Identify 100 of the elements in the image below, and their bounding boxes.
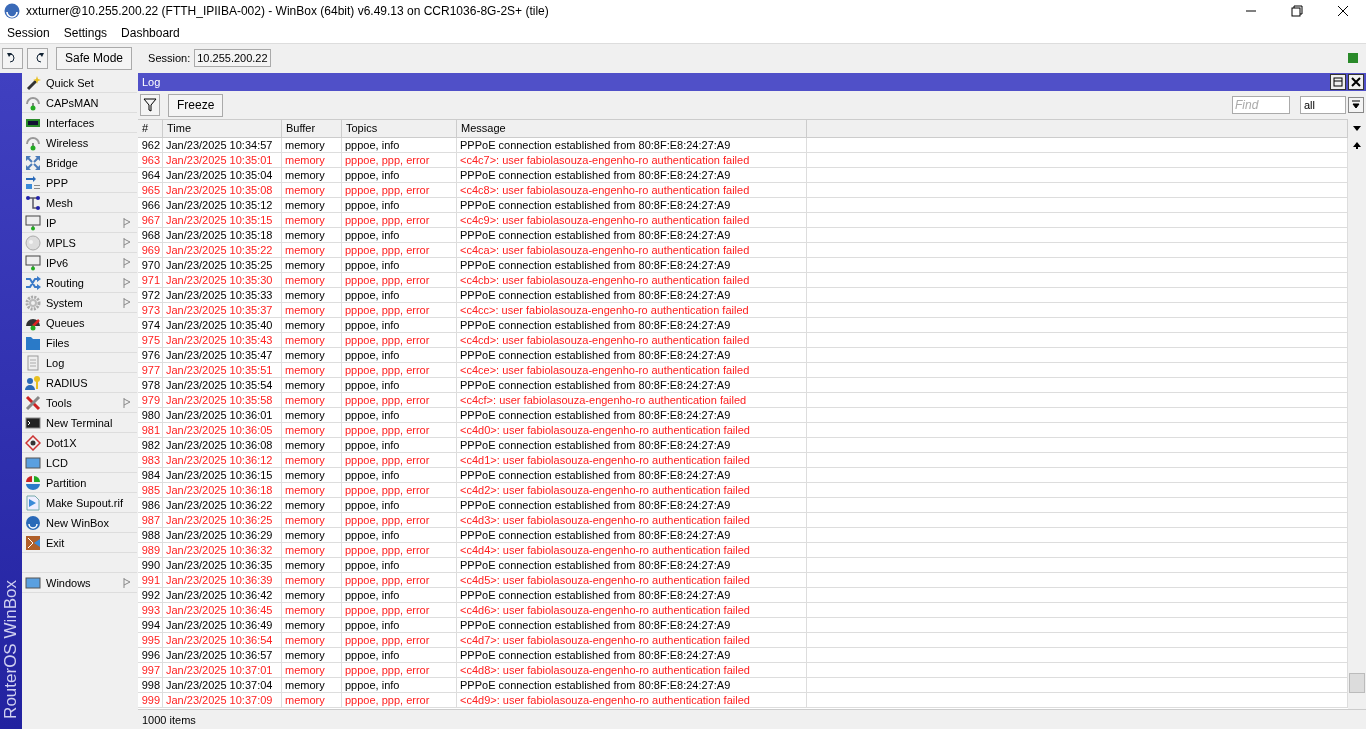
table-cell: 992	[138, 588, 163, 602]
menu-item[interactable]: Wireless	[22, 133, 137, 153]
arrow-box-icon	[25, 174, 41, 191]
table-cell: 987	[138, 513, 163, 527]
menu-item[interactable]: New WinBox	[22, 513, 137, 533]
table-cell: <c4ce>: user fabiolasouza-engenho-ro authentication failed	[457, 363, 807, 377]
log-row[interactable]: 985 Jan/23/2025 10:36:18 memory pppoe, ppp, error <c4d2>: user fabiolasouza-engenho-ro authentication failed	[138, 483, 1348, 498]
log-row[interactable]: 998 Jan/23/2025 10:37:04 memory pppoe, info PPPoE connection established from 80:8F:E8:24:27:A9	[138, 678, 1348, 693]
log-row[interactable]: 984 Jan/23/2025 10:36:15 memory pppoe, info PPPoE connection established from 80:8F:E8:24:27:A9	[138, 468, 1348, 483]
column-header[interactable]: #	[138, 120, 163, 137]
table-cell: pppoe, ppp, error	[342, 573, 457, 587]
find-field[interactable]: Find	[1232, 96, 1290, 114]
crosshair-icon	[25, 434, 41, 451]
menu-item[interactable]: Exit	[22, 533, 137, 553]
restore-button[interactable]	[1330, 74, 1346, 90]
menu-item[interactable]: Mesh	[22, 193, 137, 213]
monitor-icon	[25, 214, 41, 231]
log-row[interactable]: 962 Jan/23/2025 10:34:57 memory pppoe, info PPPoE connection established from 80:8F:E8:24:27:A9	[138, 138, 1348, 153]
log-row[interactable]: 995 Jan/23/2025 10:36:54 memory pppoe, ppp, error <c4d7>: user fabiolasouza-engenho-ro authentication failed	[138, 633, 1348, 648]
menu-item[interactable]: Files	[22, 333, 137, 353]
column-header[interactable]: Time	[163, 120, 282, 137]
menu-item[interactable]: Windows	[22, 573, 137, 593]
table-cell: 970	[138, 258, 163, 272]
filter-button[interactable]	[140, 94, 160, 116]
table-cell: 972	[138, 288, 163, 302]
menu-item[interactable]: RADIUS	[22, 373, 137, 393]
menu-item[interactable]: Dashboard	[114, 25, 187, 40]
log-row[interactable]: 975 Jan/23/2025 10:35:43 memory pppoe, ppp, error <c4cd>: user fabiolasouza-engenho-ro authentication failed	[138, 333, 1348, 348]
undo-button[interactable]	[2, 47, 23, 69]
table-cell: PPPoE connection established from 80:8F:E8:24:27:A9	[457, 648, 807, 662]
log-row[interactable]: 986 Jan/23/2025 10:36:22 memory pppoe, info PPPoE connection established from 80:8F:E8:24:27:A9	[138, 498, 1348, 513]
log-row[interactable]: 994 Jan/23/2025 10:36:49 memory pppoe, info PPPoE connection established from 80:8F:E8:24:27:A9	[138, 618, 1348, 633]
column-header[interactable]: Buffer	[282, 120, 342, 137]
log-row[interactable]: 987 Jan/23/2025 10:36:25 memory pppoe, ppp, error <c4d3>: user fabiolasouza-engenho-ro authentication failed	[138, 513, 1348, 528]
menu-item[interactable]: IP	[22, 213, 137, 233]
log-row[interactable]: 980 Jan/23/2025 10:36:01 memory pppoe, info PPPoE connection established from 80:8F:E8:24:27:A9	[138, 408, 1348, 423]
log-row[interactable]: 996 Jan/23/2025 10:36:57 memory pppoe, info PPPoE connection established from 80:8F:E8:24:27:A9	[138, 648, 1348, 663]
log-row[interactable]: 991 Jan/23/2025 10:36:39 memory pppoe, ppp, error <c4d5>: user fabiolasouza-engenho-ro authentication failed	[138, 573, 1348, 588]
log-row[interactable]: 971 Jan/23/2025 10:35:30 memory pppoe, ppp, error <c4cb>: user fabiolasouza-engenho-ro authentication failed	[138, 273, 1348, 288]
log-row[interactable]: 990 Jan/23/2025 10:36:35 memory pppoe, info PPPoE connection established from 80:8F:E8:24:27:A9	[138, 558, 1348, 573]
freeze-button[interactable]: Freeze	[168, 93, 224, 117]
buffer-select[interactable]: all	[1300, 96, 1346, 114]
log-row[interactable]: 992 Jan/23/2025 10:36:42 memory pppoe, info PPPoE connection established from 80:8F:E8:24:27:A9	[138, 588, 1348, 603]
log-row[interactable]: 972 Jan/23/2025 10:35:33 memory pppoe, info PPPoE connection established from 80:8F:E8:24:27:A9	[138, 288, 1348, 303]
menu-item[interactable]: Interfaces	[22, 113, 137, 133]
log-row[interactable]: 993 Jan/23/2025 10:36:45 memory pppoe, ppp, error <c4d6>: user fabiolasouza-engenho-ro authentication failed	[138, 603, 1348, 618]
log-row[interactable]: 966 Jan/23/2025 10:35:12 memory pppoe, info PPPoE connection established from 80:8F:E8:24:27:A9	[138, 198, 1348, 213]
log-row[interactable]: 976 Jan/23/2025 10:35:47 memory pppoe, info PPPoE connection established from 80:8F:E8:24:27:A9	[138, 348, 1348, 363]
column-header[interactable]: Message	[457, 120, 807, 137]
log-row[interactable]: 977 Jan/23/2025 10:35:51 memory pppoe, ppp, error <c4ce>: user fabiolasouza-engenho-ro authentication failed	[138, 363, 1348, 378]
column-header[interactable]: Topics	[342, 120, 457, 137]
dropdown-button[interactable]	[1348, 97, 1364, 113]
menu-item[interactable]: Tools	[22, 393, 137, 413]
log-row[interactable]: 978 Jan/23/2025 10:35:54 memory pppoe, info PPPoE connection established from 80:8F:E8:24:27:A9	[138, 378, 1348, 393]
log-row[interactable]: 979 Jan/23/2025 10:35:58 memory pppoe, ppp, error <c4cf>: user fabiolasouza-engenho-ro authentication failed	[138, 393, 1348, 408]
log-row[interactable]: 989 Jan/23/2025 10:36:32 memory pppoe, ppp, error <c4d4>: user fabiolasouza-engenho-ro authentication failed	[138, 543, 1348, 558]
close-button[interactable]	[1348, 74, 1364, 90]
menu-item[interactable]: MPLS	[22, 233, 137, 253]
log-row[interactable]: 997 Jan/23/2025 10:37:01 memory pppoe, ppp, error <c4d8>: user fabiolasouza-engenho-ro authentication failed	[138, 663, 1348, 678]
log-row[interactable]: 963 Jan/23/2025 10:35:01 memory pppoe, ppp, error <c4c7>: user fabiolasouza-engenho-ro authentication failed	[138, 153, 1348, 168]
redo-button[interactable]	[27, 47, 48, 69]
menu-item[interactable]: Partition	[22, 473, 137, 493]
table-cell: memory	[282, 318, 342, 332]
scrollbar-thumb[interactable]	[1349, 673, 1365, 693]
table-cell: pppoe, ppp, error	[342, 273, 457, 287]
log-row[interactable]: 999 Jan/23/2025 10:37:09 memory pppoe, ppp, error <c4d9>: user fabiolasouza-engenho-ro authentication failed	[138, 693, 1348, 708]
log-row[interactable]: 974 Jan/23/2025 10:35:40 memory pppoe, info PPPoE connection established from 80:8F:E8:24:27:A9	[138, 318, 1348, 333]
table-cell: pppoe, info	[342, 498, 457, 512]
table-cell: Jan/23/2025 10:36:01	[163, 408, 282, 422]
menu-item[interactable]: Make Supout.rif	[22, 493, 137, 513]
menu-item[interactable]: CAPsMAN	[22, 93, 137, 113]
menu-item[interactable]: Session	[0, 25, 57, 40]
menu-item[interactable]: Dot1X	[22, 433, 137, 453]
log-row[interactable]: 964 Jan/23/2025 10:35:04 memory pppoe, info PPPoE connection established from 80:8F:E8:24:27:A9	[138, 168, 1348, 183]
log-row[interactable]: 969 Jan/23/2025 10:35:22 memory pppoe, ppp, error <c4ca>: user fabiolasouza-engenho-ro authentication failed	[138, 243, 1348, 258]
menu-item[interactable]: PPP	[22, 173, 137, 193]
menu-item[interactable]: Settings	[56, 25, 115, 40]
menu-item[interactable]: IPv6	[22, 253, 137, 273]
log-row[interactable]: 970 Jan/23/2025 10:35:25 memory pppoe, info PPPoE connection established from 80:8F:E8:24:27:A9	[138, 258, 1348, 273]
menu-item[interactable]: Quick Set	[22, 73, 137, 93]
menu-item[interactable]: Queues	[22, 313, 137, 333]
log-row[interactable]: 965 Jan/23/2025 10:35:08 memory pppoe, ppp, error <c4c8>: user fabiolasouza-engenho-ro authentication failed	[138, 183, 1348, 198]
log-row[interactable]: 981 Jan/23/2025 10:36:05 memory pppoe, ppp, error <c4d0>: user fabiolasouza-engenho-ro authentication failed	[138, 423, 1348, 438]
table-cell: Jan/23/2025 10:36:15	[163, 468, 282, 482]
log-row[interactable]: 983 Jan/23/2025 10:36:12 memory pppoe, ppp, error <c4d1>: user fabiolasouza-engenho-ro authentication failed	[138, 453, 1348, 468]
log-row[interactable]: 988 Jan/23/2025 10:36:29 memory pppoe, info PPPoE connection established from 80:8F:E8:24:27:A9	[138, 528, 1348, 543]
log-row[interactable]: 968 Jan/23/2025 10:35:18 memory pppoe, info PPPoE connection established from 80:8F:E8:24:27:A9	[138, 228, 1348, 243]
log-row[interactable]: 982 Jan/23/2025 10:36:08 memory pppoe, info PPPoE connection established from 80:8F:E8:24:27:A9	[138, 438, 1348, 453]
safe-mode-button[interactable]: Safe Mode	[56, 46, 133, 70]
log-row[interactable]: 973 Jan/23/2025 10:35:37 memory pppoe, ppp, error <c4cc>: user fabiolasouza-engenho-ro authentication failed	[138, 303, 1348, 318]
menu-item[interactable]: System	[22, 293, 137, 313]
menu-item[interactable]: New Terminal	[22, 413, 137, 433]
table-cell: memory	[282, 183, 342, 197]
log-row[interactable]: 967 Jan/23/2025 10:35:15 memory pppoe, ppp, error <c4c9>: user fabiolasouza-engenho-ro authentication failed	[138, 213, 1348, 228]
menu-item[interactable]: LCD	[22, 453, 137, 473]
menu-item[interactable]: Routing	[22, 273, 137, 293]
table-cell: 977	[138, 363, 163, 377]
table-cell: Jan/23/2025 10:35:54	[163, 378, 282, 392]
menu-item[interactable]: Log	[22, 353, 137, 373]
menu-item[interactable]: Bridge	[22, 153, 137, 173]
